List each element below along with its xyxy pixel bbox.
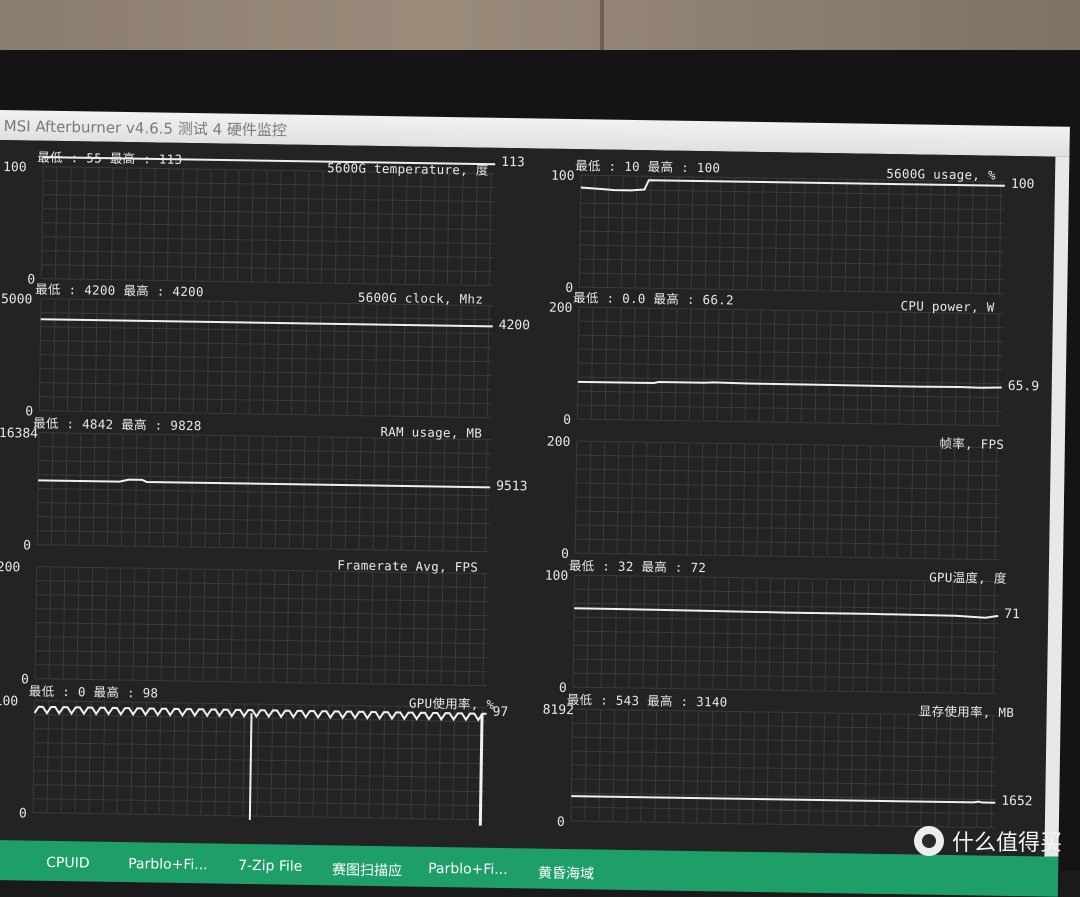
graph-title-cpu-power: CPU power, W [900, 298, 995, 315]
graph-current-gpu-temp: 71 [1004, 606, 1020, 623]
graph-title-fps-avg: Framerate Avg, FPS [337, 557, 479, 575]
graph-current-cpu-usage: 100 [1010, 176, 1035, 193]
taskbar-item-scanner[interactable]: 赛图扫描应 [332, 859, 402, 880]
graph-ymin-cpu-clock: 0 [25, 404, 34, 420]
gpu-usage-spike-2 [478, 713, 484, 826]
graph-title-gpu-temp: GPU温度, 度 [929, 569, 1007, 586]
hardware-monitor-panel[interactable]: 100 0 最低 : 55 最高 : 113 5600G temperature, 度… [0, 139, 1056, 857]
graph-title-vram-usage: 显存使用率, MB [918, 703, 1015, 721]
watermark: 什么值得买 [913, 825, 1062, 857]
graph-ymax-gpu-temp: 100 [544, 568, 569, 584]
graph-ymin-cpu-usage: 0 [565, 280, 574, 297]
taskbar-item-parblo-2[interactable]: Parblo+Fi... [428, 861, 508, 878]
graph-ymax-cpu-usage: 100 [550, 168, 575, 185]
graph-ymin-cpu-temp: 0 [27, 272, 36, 288]
monitor-graphs [32, 156, 1006, 829]
smzdm-logo-icon [913, 826, 944, 856]
taskbar-item-cpuid[interactable]: CPUID [46, 855, 90, 872]
graph-ymax-fps: 200 [546, 434, 571, 450]
graph-current-cpu-power: 65.9 [1007, 378, 1040, 395]
graph-ymin-fps: 0 [560, 546, 570, 562]
graph-current-vram-usage: 1652 [1001, 793, 1033, 810]
graph-current-ram-usage: 9513 [496, 478, 528, 494]
graph-title-cpu-usage: 5600G usage, % [886, 165, 996, 183]
graph-title-cpu-clock: 5600G clock, Mhz [357, 289, 484, 307]
graph-ymin-gpu-temp: 0 [558, 680, 567, 696]
graph-ymax-cpu-clock: 5000 [0, 292, 33, 308]
graph-ymin-vram-usage: 0 [556, 814, 565, 830]
graph-title-ram-usage: RAM usage, MB [380, 424, 483, 441]
graph-stats-gpu-usage: 最低 : 0 最高 : 98 [28, 683, 159, 701]
graph-stats-ram-usage: 最低 : 4842 最高 : 9828 [32, 415, 202, 434]
graph-ymax-cpu-power: 200 [548, 300, 573, 317]
graph-stats-cpu-temp: 最低 : 55 最高 : 113 [37, 149, 183, 167]
graph-ymin-gpu-usage: 0 [18, 806, 27, 822]
window-title: MSI Afterburner v4.6.5 测试 4 硬件监控 [3, 117, 288, 140]
graph-current-gpu-usage: 97 [492, 704, 509, 721]
taskbar-item-dusk-sea[interactable]: 黄昏海域 [538, 863, 594, 884]
graph-ymax-fps-avg: 200 [0, 560, 21, 576]
graph-stats-cpu-usage: 最低 : 10 最高 : 100 [575, 158, 721, 176]
graph-title-cpu-temp: 5600G temperature, 度 [327, 160, 489, 178]
graph-ymin-ram-usage: 0 [23, 538, 32, 554]
screen: MSI Afterburner v4.6.5 测试 4 硬件监控 100 0 最低 … [0, 110, 1070, 897]
graph-stats-cpu-clock: 最低 : 4200 最高 : 4200 [35, 281, 204, 300]
watermark-text: 什么值得买 [951, 831, 1062, 856]
graph-title-gpu-usage: GPU使用率, % [408, 695, 495, 712]
graph-ymin-cpu-power: 0 [563, 412, 572, 429]
graph-title-fps: 帧率, FPS [939, 435, 1005, 452]
graph-ymax-cpu-temp: 100 [2, 160, 27, 176]
graph-stats-gpu-temp: 最低 : 32 最高 : 72 [568, 557, 707, 576]
graph-ymin-fps-avg: 0 [20, 672, 29, 688]
graph-stats-cpu-power: 最低 : 0.0 最高 : 66.2 [573, 290, 734, 308]
graph-stats-vram-usage: 最低 : 543 最高 : 3140 [566, 691, 728, 710]
taskbar-item-7zip[interactable]: 7-Zip File [238, 858, 302, 875]
graph-current-cpu-clock: 4200 [498, 317, 531, 333]
graph-ymax-gpu-usage: 100 [0, 693, 19, 710]
graph-current-cpu-temp: 113 [501, 155, 525, 171]
